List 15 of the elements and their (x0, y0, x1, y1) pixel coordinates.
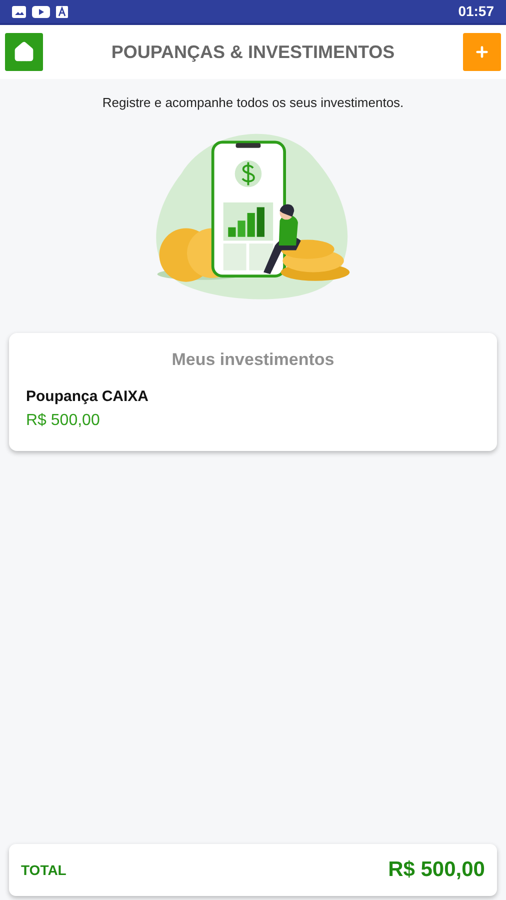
home-button[interactable] (5, 33, 43, 71)
image-icon (12, 6, 26, 18)
plus-icon (474, 44, 490, 60)
status-time: 01:57 (458, 2, 494, 21)
total-label: TOTAL (21, 860, 66, 880)
font-icon (56, 6, 68, 18)
card-title: Meus investimentos (170, 348, 336, 370)
investment-name: Poupança CAIXA (26, 387, 149, 407)
subtitle-text: Registre e acompanhe todos os seus investimentos. (101, 94, 405, 112)
total-amount: R$ 500,00 (388, 857, 485, 884)
add-button[interactable] (463, 33, 501, 71)
play-icon (32, 6, 50, 18)
page-title: POUPANÇAS & INVESTIMENTOS (111, 40, 395, 64)
home-icon (13, 41, 35, 63)
investment-amount: R$ 500,00 (26, 410, 100, 430)
